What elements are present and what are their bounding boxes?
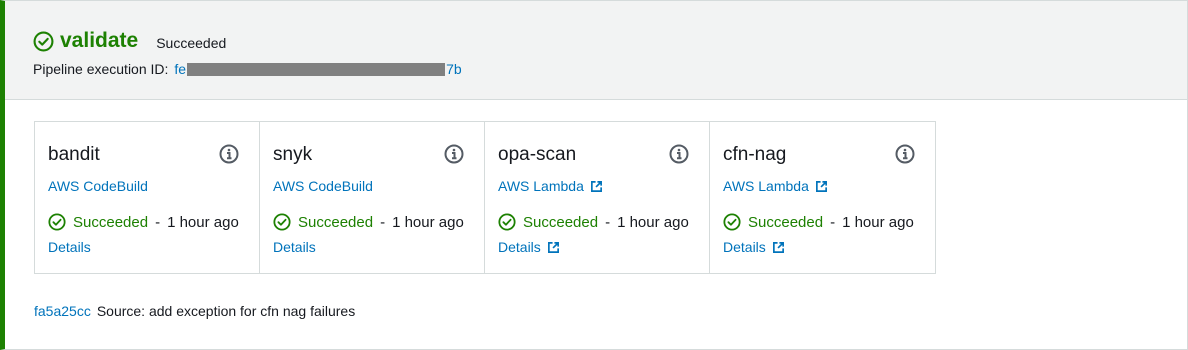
- check-circle-icon: [48, 213, 66, 231]
- action-status: Succeeded: [73, 213, 149, 231]
- check-circle-icon: [723, 213, 741, 231]
- provider-link[interactable]: AWS Lambda: [723, 178, 828, 194]
- status-separator: -: [155, 213, 161, 231]
- action-status: Succeeded: [298, 213, 374, 231]
- info-icon[interactable]: [444, 144, 464, 164]
- action-card-cfn-nag: cfn-nag AWS Lambda Succeeded - 1 hour ag…: [710, 122, 935, 273]
- stage-header: validate Succeeded Pipeline execution ID…: [5, 1, 1187, 100]
- status-separator: -: [605, 213, 611, 231]
- action-time: 1 hour ago: [167, 213, 239, 231]
- action-name: snyk: [273, 144, 313, 165]
- action-status-row: Succeeded - 1 hour ago: [723, 213, 914, 231]
- action-status-row: Succeeded - 1 hour ago: [273, 213, 464, 231]
- details-label: Details: [48, 239, 91, 255]
- execution-id-label: Pipeline execution ID:: [33, 61, 169, 77]
- details-link[interactable]: Details: [723, 239, 785, 255]
- stage-title-row: validate Succeeded: [33, 29, 226, 53]
- info-icon[interactable]: [219, 144, 239, 164]
- action-time: 1 hour ago: [392, 213, 464, 231]
- status-separator: -: [830, 213, 836, 231]
- provider-label: AWS Lambda: [498, 178, 584, 194]
- provider-label: AWS CodeBuild: [48, 178, 148, 194]
- details-label: Details: [498, 239, 541, 255]
- execution-id-row: Pipeline execution ID: fe 7b: [33, 61, 462, 77]
- action-time: 1 hour ago: [842, 213, 914, 231]
- info-icon[interactable]: [669, 144, 689, 164]
- pipeline-stage: validate Succeeded Pipeline execution ID…: [0, 0, 1188, 350]
- provider-label: AWS Lambda: [723, 178, 809, 194]
- details-link[interactable]: Details: [273, 239, 316, 255]
- stage-name: validate: [60, 29, 139, 52]
- execution-id-link-end[interactable]: 7b: [446, 61, 462, 77]
- action-name: opa-scan: [498, 144, 577, 165]
- execution-id-link[interactable]: fe: [174, 61, 186, 77]
- action-card-snyk: snyk AWS CodeBuild Succeeded - 1 hour ag…: [260, 122, 485, 273]
- check-circle-icon: [273, 213, 291, 231]
- action-status: Succeeded: [523, 213, 599, 231]
- source-revision-row: fa5a25cc Source: add exception for cfn n…: [34, 303, 355, 319]
- action-time: 1 hour ago: [617, 213, 689, 231]
- provider-label: AWS CodeBuild: [273, 178, 373, 194]
- status-separator: -: [380, 213, 386, 231]
- action-name: cfn-nag: [723, 144, 787, 165]
- action-card-bandit: bandit AWS CodeBuild Succeeded - 1 hour …: [35, 122, 260, 273]
- provider-link[interactable]: AWS CodeBuild: [48, 178, 148, 194]
- action-name: bandit: [48, 144, 100, 165]
- check-circle-icon: [33, 31, 54, 51]
- action-list: bandit AWS CodeBuild Succeeded - 1 hour …: [34, 121, 936, 274]
- external-link-icon: [815, 180, 827, 192]
- commit-message: Source: add exception for cfn nag failur…: [96, 303, 356, 319]
- action-card-opa-scan: opa-scan AWS Lambda Succeeded - 1 hour a…: [485, 122, 710, 273]
- external-link-icon: [590, 180, 602, 192]
- provider-link[interactable]: AWS Lambda: [498, 178, 603, 194]
- external-link-icon: [772, 241, 784, 253]
- redacted-execution-id: [187, 62, 446, 76]
- provider-link[interactable]: AWS CodeBuild: [273, 178, 373, 194]
- action-status: Succeeded: [748, 213, 824, 231]
- details-link[interactable]: Details: [48, 239, 91, 255]
- check-circle-icon: [498, 213, 516, 231]
- commit-id-link[interactable]: fa5a25cc: [34, 303, 91, 319]
- external-link-icon: [547, 241, 559, 253]
- details-label: Details: [273, 239, 316, 255]
- stage-status: Succeeded: [156, 34, 227, 51]
- details-label: Details: [723, 239, 766, 255]
- action-status-row: Succeeded - 1 hour ago: [498, 213, 689, 231]
- action-status-row: Succeeded - 1 hour ago: [48, 213, 239, 231]
- details-link[interactable]: Details: [498, 239, 560, 255]
- info-icon[interactable]: [895, 144, 915, 164]
